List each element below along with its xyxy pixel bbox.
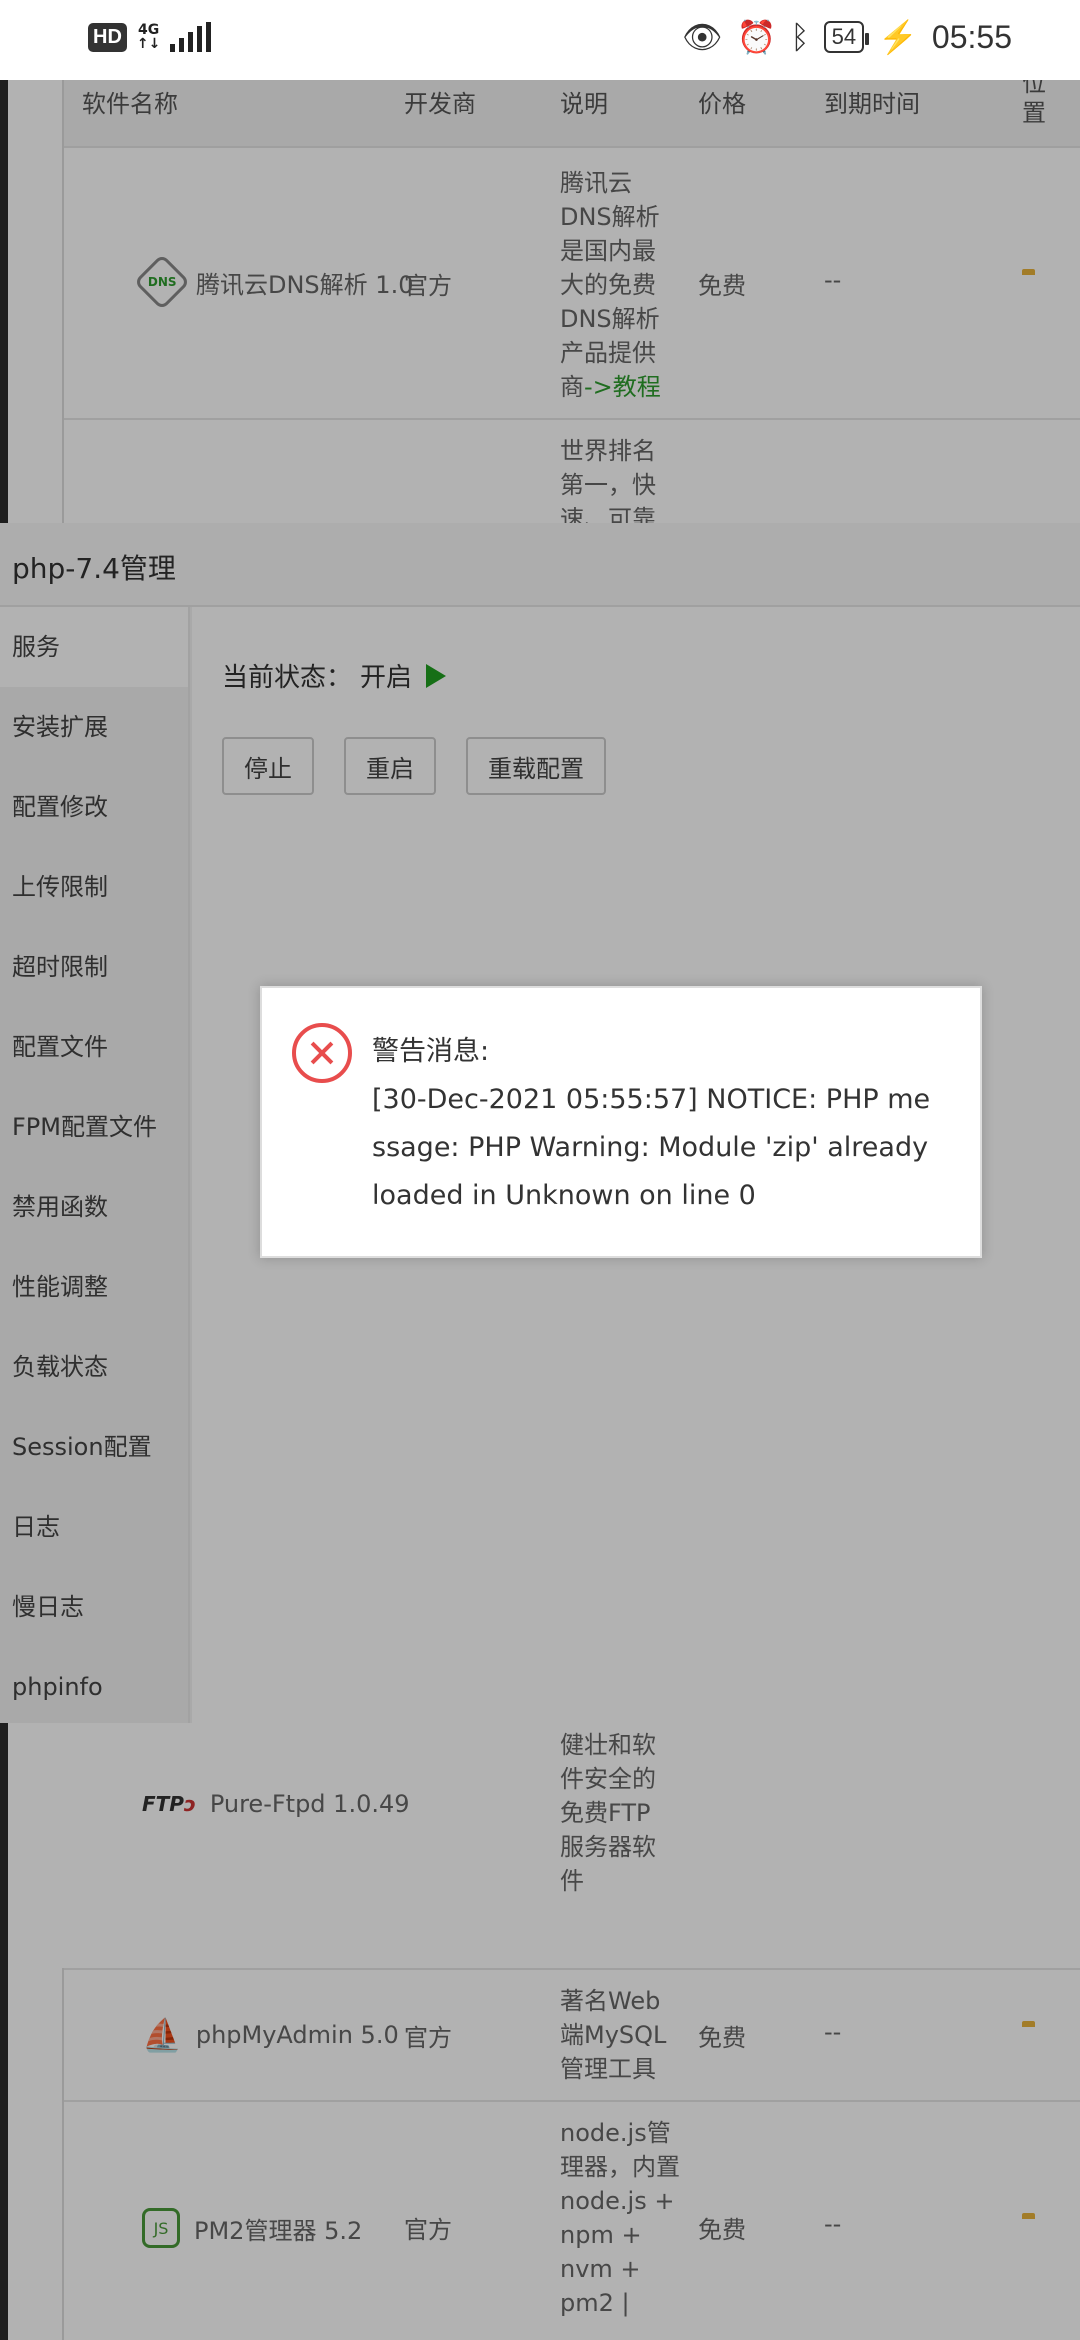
- battery-icon: 54: [823, 21, 870, 53]
- alert-title: 警告消息:: [372, 1036, 490, 1067]
- alert-body: [30-Dec-2021 05:55:57] NOTICE: PHP messa…: [372, 1084, 931, 1211]
- charging-icon: ⚡: [878, 19, 918, 55]
- bluetooth-icon: ᛒ: [790, 18, 810, 55]
- network-type-icon: 4G ↑↓: [136, 22, 161, 52]
- signal-icon: [170, 22, 212, 52]
- warning-alert: 警告消息: [30-Dec-2021 05:55:57] NOTICE: PHP…: [260, 986, 982, 1258]
- hd-icon: HD: [88, 22, 127, 52]
- clock: 05:55: [931, 18, 1012, 55]
- eye-icon: 👁: [681, 19, 723, 55]
- error-icon: [292, 1023, 352, 1083]
- status-bar: HD 4G ↑↓ 👁 ⏰ ᛒ 54 ⚡ 05:55: [0, 0, 1080, 80]
- alarm-icon: ⏰: [736, 19, 777, 55]
- alert-message: 警告消息: [30-Dec-2021 05:55:57] NOTICE: PHP…: [372, 1028, 940, 1220]
